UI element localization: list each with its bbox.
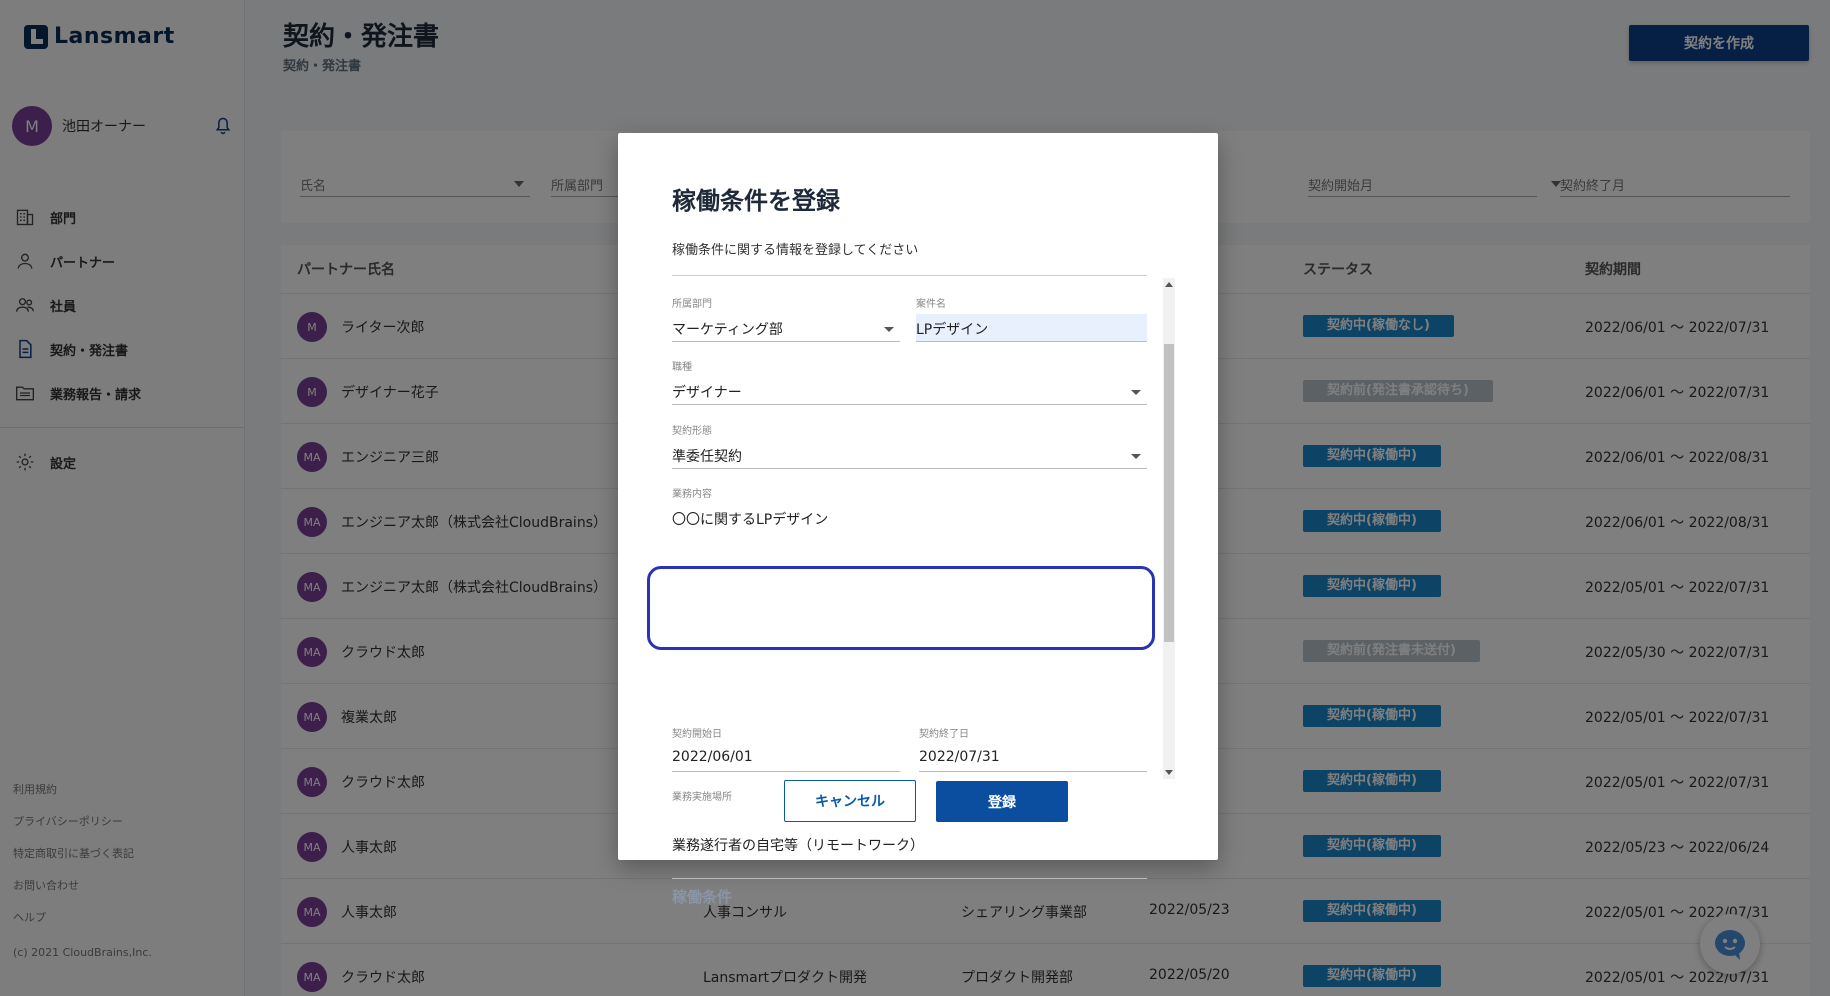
start-date-field[interactable]: 契約開始日 2022/06/01 xyxy=(672,725,900,772)
department-field[interactable]: 所属部門 マーケティング部 xyxy=(672,295,900,342)
register-conditions-modal: 稼働条件を登録 稼働条件に関する情報を登録してください 所属部門 マーケティング… xyxy=(618,133,1218,906)
modal-scrollbar[interactable] xyxy=(1163,278,1175,779)
field-label: 職種 xyxy=(672,362,692,373)
job-type-field[interactable]: 職種 デザイナー xyxy=(672,358,1147,405)
field-label: 契約開始日 xyxy=(672,729,722,740)
project-field[interactable]: 案件名 LPデザイン xyxy=(916,295,1147,342)
department-select[interactable]: マーケティング部 xyxy=(672,314,900,342)
contract-type-select[interactable]: 準委任契約 xyxy=(672,441,1147,469)
date-range-highlight xyxy=(647,566,1155,650)
field-value: 準委任契約 xyxy=(672,449,742,465)
end-date-field[interactable]: 契約終了日 2022/07/31 xyxy=(919,725,1147,772)
section-heading-work-conditions: 稼働条件 xyxy=(672,888,733,906)
field-label: 所属部門 xyxy=(672,299,712,310)
field-value: LPデザイン xyxy=(916,322,989,338)
chevron-down-icon xyxy=(1131,454,1141,459)
field-value: 〇〇に関するLPデザイン xyxy=(672,512,829,528)
divider xyxy=(672,275,1147,276)
end-date-input[interactable]: 2022/07/31 xyxy=(919,744,1147,772)
field-label: 契約終了日 xyxy=(919,729,969,740)
scroll-up-arrow-icon[interactable] xyxy=(1165,282,1173,287)
modal-description: 稼働条件に関する情報を登録してください xyxy=(672,243,919,258)
field-label: 業務内容 xyxy=(672,489,712,500)
chevron-down-icon xyxy=(1131,390,1141,395)
work-content-textarea[interactable]: 〇〇に関するLPデザイン xyxy=(672,504,1147,544)
contract-type-field[interactable]: 契約形態 準委任契約 xyxy=(672,422,1147,469)
field-value: マーケティング部 xyxy=(672,322,783,338)
start-date-input[interactable]: 2022/06/01 xyxy=(672,744,900,772)
cancel-button[interactable]: キャンセル xyxy=(784,780,916,822)
project-input[interactable]: LPデザイン xyxy=(916,314,1147,342)
scroll-down-arrow-icon[interactable] xyxy=(1165,770,1173,775)
field-value: デザイナー xyxy=(672,385,742,401)
scrollbar-thumb[interactable] xyxy=(1164,344,1174,642)
job-type-select[interactable]: デザイナー xyxy=(672,377,1147,405)
register-button[interactable]: 登録 xyxy=(936,781,1068,822)
field-value: 業務遂行者の自宅等（リモートワーク） xyxy=(672,838,924,854)
field-value: 2022/07/31 xyxy=(919,749,1000,765)
chevron-down-icon xyxy=(884,327,894,332)
field-label: 契約形態 xyxy=(672,426,712,437)
field-value: 2022/06/01 xyxy=(672,749,753,765)
field-label: 案件名 xyxy=(916,299,946,310)
modal-title: 稼働条件を登録 xyxy=(672,187,840,215)
work-content-field[interactable]: 業務内容 〇〇に関するLPデザイン xyxy=(672,485,1147,544)
